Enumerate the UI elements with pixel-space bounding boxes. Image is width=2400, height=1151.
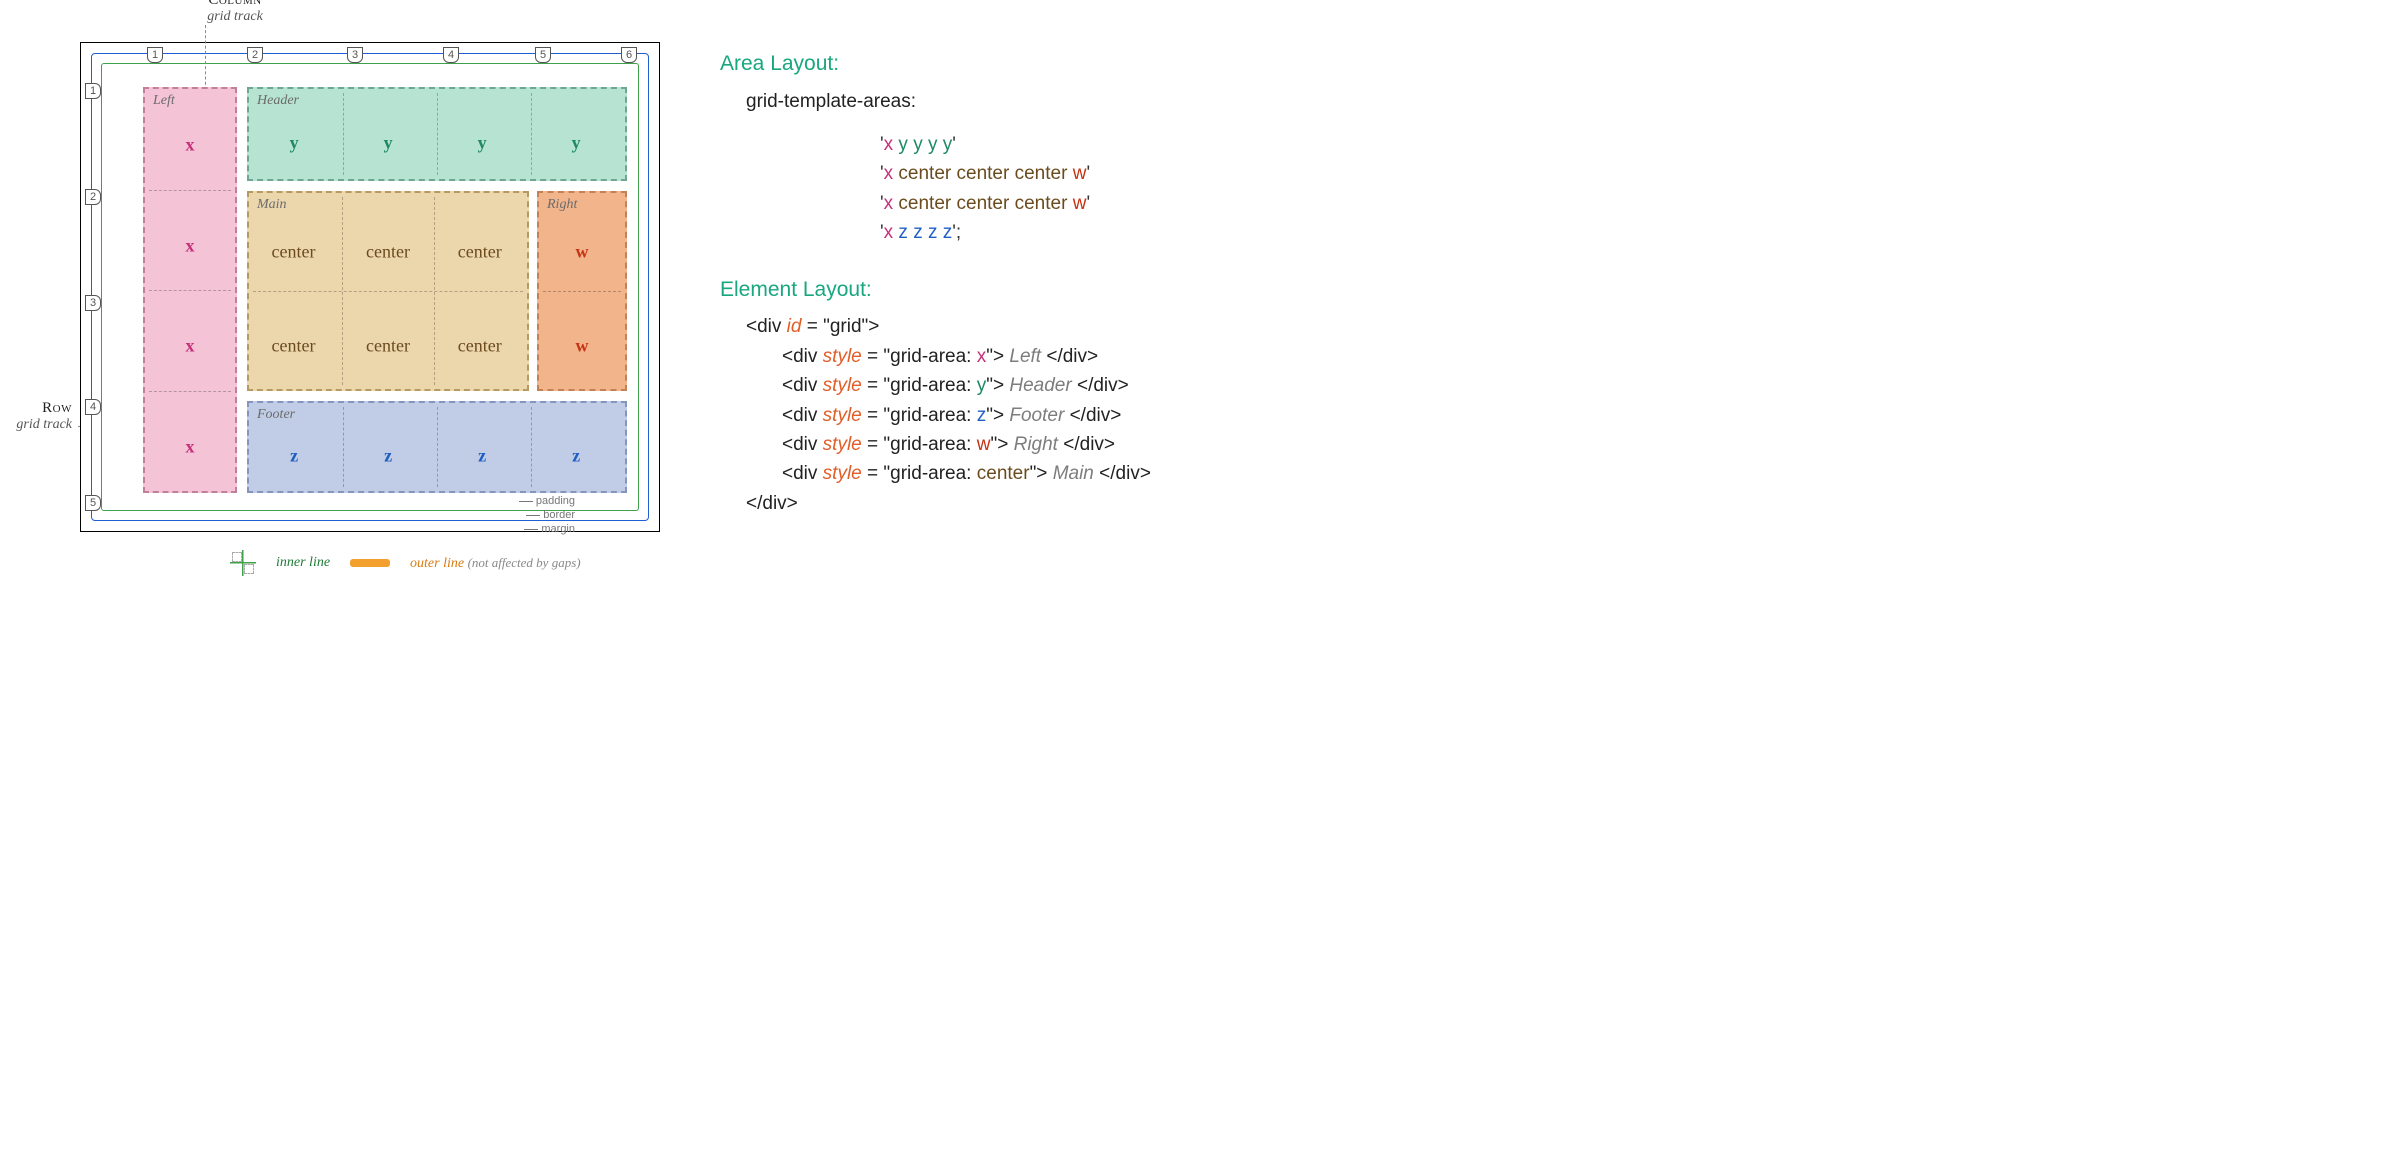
- cell-w: w: [576, 335, 589, 356]
- col-line-1: 1: [147, 47, 163, 63]
- cell-z: z: [478, 445, 486, 466]
- row-sublabel: grid track: [0, 417, 72, 433]
- cell-center: center: [366, 335, 410, 356]
- inner-line-label: inner line: [276, 555, 330, 571]
- diagram-legend: inner line outer line (not affected by g…: [230, 550, 660, 576]
- border-label: border: [543, 509, 575, 521]
- column-label: Column: [175, 0, 295, 9]
- cell-center: center: [458, 335, 502, 356]
- area-left: Left x x x x: [143, 87, 237, 493]
- row-line-2: 2: [85, 189, 101, 205]
- cell-center: center: [458, 241, 502, 262]
- col-line-4: 4: [443, 47, 459, 63]
- cell-z: z: [290, 445, 298, 466]
- cell-y: y: [572, 133, 581, 154]
- cell-z: z: [572, 445, 580, 466]
- area-footer-tag: Footer: [257, 407, 295, 423]
- cell-x: x: [186, 436, 195, 457]
- area-main-tag: Main: [257, 197, 287, 213]
- cell-center: center: [271, 241, 315, 262]
- row-line-1: 1: [85, 83, 101, 99]
- outer-line-icon: [350, 559, 390, 567]
- cell-x: x: [186, 235, 195, 256]
- row-label: Row: [0, 400, 72, 417]
- area-right: Right w w: [537, 191, 627, 391]
- element-layout-heading: Element Layout:: [720, 274, 1240, 307]
- area-footer: Footer z z z z: [247, 401, 627, 493]
- cell-center: center: [366, 241, 410, 262]
- cell-x: x: [186, 336, 195, 357]
- area-right-tag: Right: [547, 197, 577, 213]
- row-line-5: 5: [85, 495, 101, 511]
- col-line-3: 3: [347, 47, 363, 63]
- margin-label: margin: [541, 523, 575, 535]
- grid-diagram: Column grid track Row grid track 1 2 3 4…: [40, 20, 660, 576]
- outer-line-label: outer line: [410, 556, 464, 571]
- col-line-5: 5: [535, 47, 551, 63]
- row-line-4: 4: [85, 399, 101, 415]
- row-line-3: 3: [85, 295, 101, 311]
- cell-z: z: [384, 445, 392, 466]
- inner-line-icon: [230, 550, 256, 576]
- column-sublabel: grid track: [175, 9, 295, 25]
- cell-y: y: [478, 133, 487, 154]
- template-rows: 'x y y y y''x center center center w''x …: [880, 130, 1240, 248]
- explanation-panel: Area Layout: grid-template-areas: 'x y y…: [720, 20, 1240, 518]
- gta-property: grid-template-areas:: [746, 87, 1240, 116]
- code-block: <div id = "grid"> <div style = "grid-are…: [746, 312, 1240, 518]
- cell-center: center: [271, 335, 315, 356]
- padding-label: padding: [536, 495, 575, 507]
- outer-line-note: (not affected by gaps): [468, 555, 581, 570]
- area-left-tag: Left: [153, 93, 175, 109]
- area-main: Main center center center center center …: [247, 191, 529, 391]
- col-line-2: 2: [247, 47, 263, 63]
- cell-x: x: [186, 135, 195, 156]
- cell-y: y: [384, 133, 393, 154]
- area-header-tag: Header: [257, 93, 299, 109]
- area-layout-heading: Area Layout:: [720, 48, 1240, 81]
- cell-w: w: [576, 241, 589, 262]
- cell-y: y: [290, 133, 299, 154]
- col-line-6: 6: [621, 47, 637, 63]
- area-header: Header y y y y: [247, 87, 627, 181]
